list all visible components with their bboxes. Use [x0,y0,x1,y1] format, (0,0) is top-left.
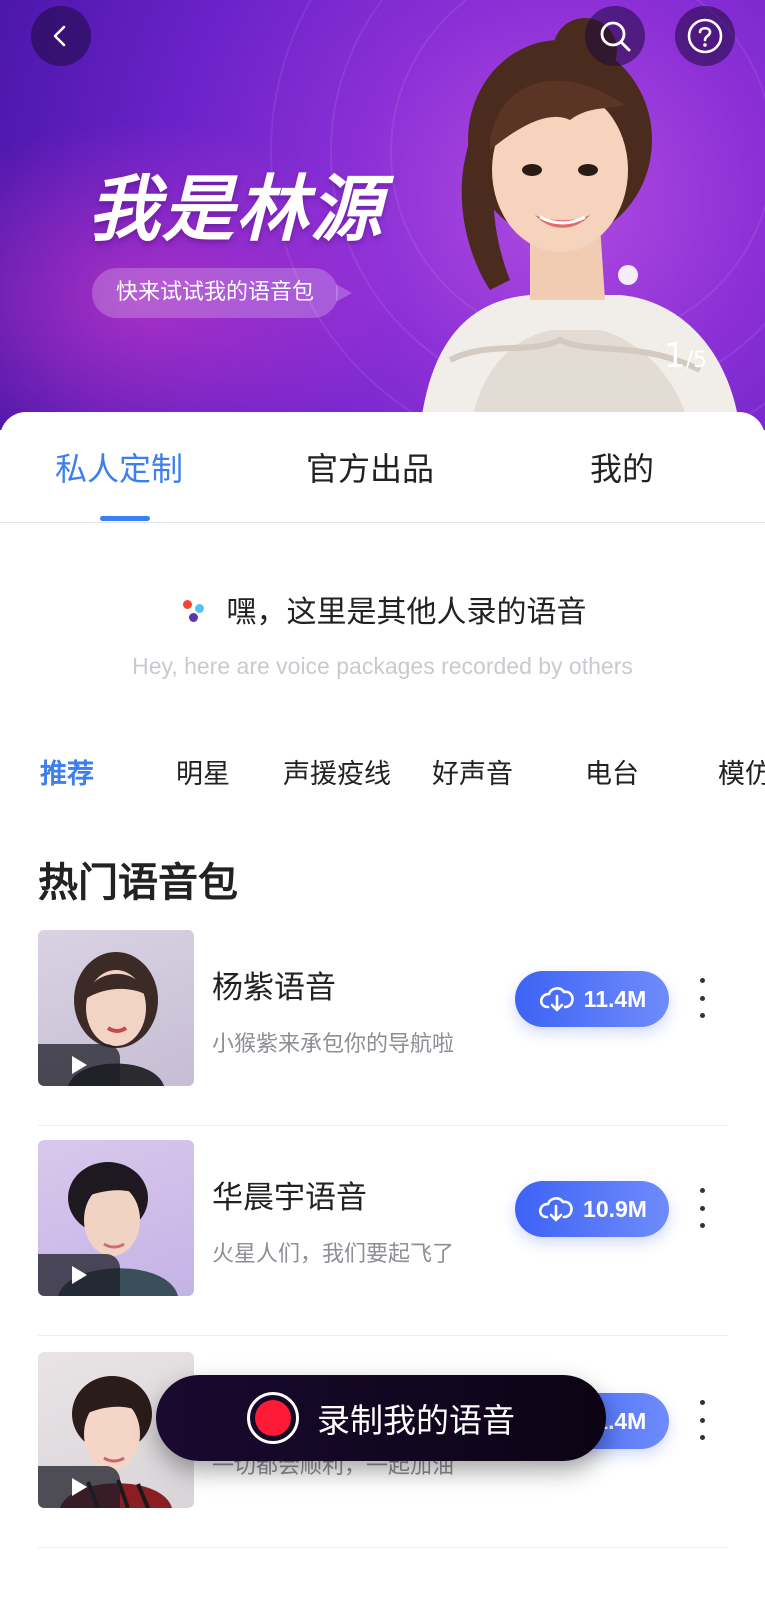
back-button[interactable] [31,6,91,66]
voice-pack-thumbnail[interactable] [38,1140,194,1296]
category-radio[interactable]: 电台 [585,752,639,791]
play-icon [72,1266,87,1284]
list-divider [38,1125,728,1126]
voice-pack-desc: 小猴紫来承包你的导航啦 [212,1032,455,1057]
voice-pack-name: 华晨宇语音 [212,1180,367,1216]
active-tab-indicator [100,516,150,521]
cloud-download-icon [538,1197,573,1222]
more-options-button[interactable] [690,1188,714,1228]
record-icon [247,1392,299,1444]
cloud-download-icon [539,987,574,1012]
pager-total: /5 [685,348,707,373]
voice-pack-desc: 火星人们，我们要起飞了 [212,1242,455,1267]
assistant-dots-icon [179,592,213,626]
more-options-button[interactable] [690,978,714,1018]
play-button[interactable] [38,1466,120,1508]
download-size: 11.4M [583,985,647,1012]
help-button[interactable] [675,6,735,66]
greeting-line: 嘿，这里是其他人录的语音 [179,587,587,631]
category-bar: 推荐 明星 声援疫线 好声音 电台 模仿 [0,752,765,792]
play-button[interactable] [38,1254,120,1296]
list-divider [38,1547,728,1548]
category-imitation[interactable]: 模仿 [718,752,765,791]
play-icon [72,1478,87,1496]
voice-pack-item[interactable]: 杨紫语音 小猴紫来承包你的导航啦 11.4M [38,930,728,1110]
search-button[interactable] [585,6,645,66]
download-button[interactable]: 10.9M [515,1181,669,1237]
category-good-voice[interactable]: 好声音 [432,752,513,791]
record-button-label: 录制我的语音 [317,1401,515,1440]
banner-subtitle-bubble: 快来试试我的语音包 [92,268,353,318]
greeting-subtext: Hey, here are voice packages recorded by… [132,653,633,679]
category-support[interactable]: 声援疫线 [283,752,391,791]
help-icon [687,18,723,54]
more-options-button[interactable] [690,1400,714,1440]
voice-pack-name: 杨紫语音 [212,970,336,1006]
tab-private-custom[interactable]: 私人定制 [55,444,183,490]
tab-official[interactable]: 官方出品 [306,444,434,490]
back-icon [53,25,66,47]
hero-banner[interactable]: 我是林源 快来试试我的语音包 1/5 [0,0,765,430]
search-icon [600,21,631,52]
banner-title: 我是林源 [88,167,385,251]
tab-mine[interactable]: 我的 [590,444,654,490]
pager-current: 1 [663,336,686,376]
greeting-block: 嘿，这里是其他人录的语音 Hey, here are voice package… [0,587,765,680]
section-title: 热门语音包 [38,860,238,906]
voice-pack-item[interactable]: 华晨宇语音 火星人们，我们要起飞了 10.9M [38,1140,728,1320]
record-my-voice-button[interactable]: 录制我的语音 [156,1375,606,1461]
banner-pager: 1/5 [664,336,707,376]
download-size: 10.9M [583,1195,647,1222]
download-button[interactable]: 11.4M [515,971,669,1027]
tab-bar: 私人定制 官方出品 我的 [0,412,765,523]
category-recommended[interactable]: 推荐 [40,752,94,791]
greeting-text: 嘿，这里是其他人录的语音 [226,595,587,630]
play-icon [72,1056,87,1074]
list-divider [38,1335,728,1336]
voice-pack-thumbnail[interactable] [38,930,194,1086]
category-stars[interactable]: 明星 [176,752,230,791]
play-button[interactable] [38,1044,120,1086]
